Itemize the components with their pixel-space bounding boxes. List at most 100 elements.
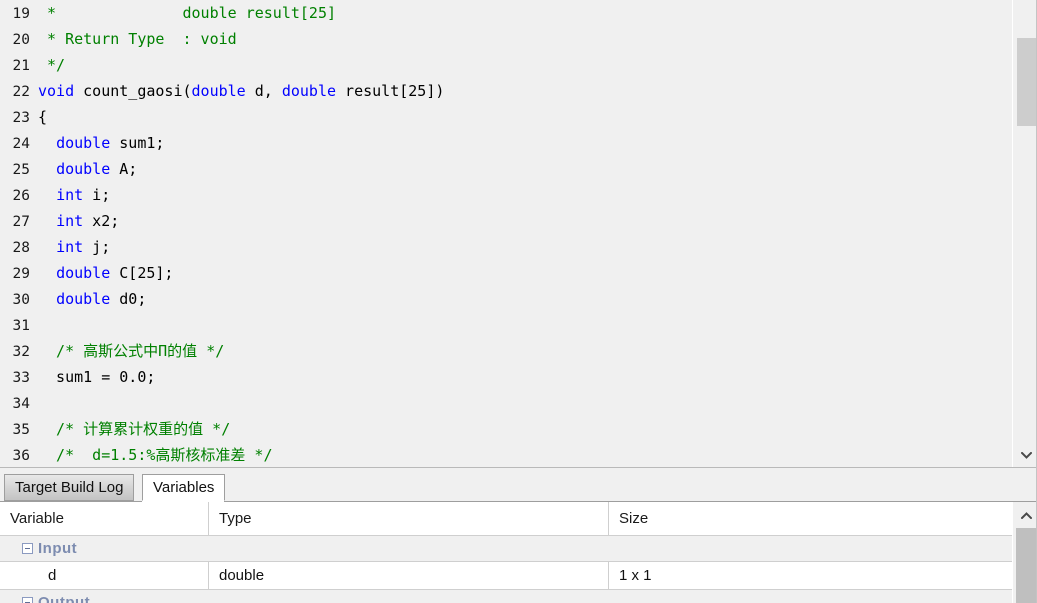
code-token-comment: */: [38, 56, 66, 74]
line-number: 22: [12, 84, 30, 100]
code-token-keyword: void: [38, 82, 75, 100]
variables-group-label: Output: [38, 594, 91, 603]
code-token-plain: count_gaosi(: [74, 82, 192, 100]
code-editor-text-area[interactable]: 19 * double result[25] 20 * Return Type :…: [0, 0, 1012, 467]
line-number: 28: [12, 240, 30, 256]
variables-group-row[interactable]: Output: [0, 590, 1012, 603]
code-token-plain: sum1;: [110, 134, 165, 152]
code-line[interactable]: 32 /* 高斯公式中Π的值 */: [0, 338, 1012, 364]
bottom-panel-tabbar: Target Build Log Variables: [0, 474, 1037, 502]
code-line[interactable]: 34: [0, 390, 1012, 416]
line-number: 25: [12, 162, 30, 178]
code-line[interactable]: 23 {: [0, 104, 1012, 130]
code-token-plain: C[25];: [110, 264, 174, 282]
code-line[interactable]: 27 int x2;: [0, 208, 1012, 234]
chevron-down-icon: [1021, 451, 1032, 459]
column-header-type[interactable]: Type: [208, 502, 608, 535]
line-number: 34: [12, 396, 30, 412]
code-line[interactable]: 35 /* 计算累计权重的值 */: [0, 416, 1012, 442]
code-token-comment: /* 计算累计权重的值 */: [38, 420, 231, 438]
code-line[interactable]: 21 */: [0, 52, 1012, 78]
variables-table: Variable Type Size Input d double 1 x 1 Outp…: [0, 502, 1012, 603]
line-number: 31: [12, 318, 30, 334]
tab-target-build-log[interactable]: Target Build Log: [4, 474, 135, 501]
code-token-keyword: double: [191, 82, 246, 100]
line-number: 20: [12, 32, 30, 48]
variable-type-cell[interactable]: double: [208, 562, 608, 589]
tab-target-build-log-label: Target Build Log: [15, 479, 124, 496]
variables-scrollbar-thumb[interactable]: [1016, 528, 1036, 603]
code-line[interactable]: 28 int j;: [0, 234, 1012, 260]
code-token-comment: * double result[25]: [38, 4, 337, 22]
line-number: 23: [12, 110, 30, 126]
editor-vertical-scrollbar[interactable]: [1012, 0, 1036, 467]
code-token-keyword: double: [56, 160, 111, 178]
variables-group-label: Input: [38, 540, 78, 557]
code-token-keyword: int: [56, 186, 84, 204]
tab-variables[interactable]: Variables: [142, 474, 226, 501]
variable-name-cell[interactable]: d: [0, 562, 208, 589]
code-line[interactable]: 29 double C[25];: [0, 260, 1012, 286]
variables-panel: Variable Type Size Input d double 1 x 1 Outp…: [0, 502, 1037, 603]
code-token-plain: d0;: [110, 290, 147, 308]
code-token-plain: x2;: [83, 212, 120, 230]
code-line[interactable]: 33 sum1 = 0.0;: [0, 364, 1012, 390]
column-header-variable[interactable]: Variable: [0, 502, 208, 535]
code-line[interactable]: 22 void count_gaosi(double d, double resu…: [0, 78, 1012, 104]
editor-scrollbar-thumb[interactable]: [1017, 38, 1036, 126]
code-token-plain: j;: [83, 238, 111, 256]
variables-table-header: Variable Type Size: [0, 502, 1012, 536]
code-editor[interactable]: 19 * double result[25] 20 * Return Type :…: [0, 0, 1037, 467]
code-line[interactable]: 19 * double result[25]: [0, 0, 1012, 26]
column-header-size[interactable]: Size: [608, 502, 1012, 535]
code-token-keyword: double: [56, 134, 111, 152]
code-line[interactable]: 31: [0, 312, 1012, 338]
code-token-keyword: double: [56, 264, 111, 282]
line-number: 26: [12, 188, 30, 204]
code-line[interactable]: 26 int i;: [0, 182, 1012, 208]
code-line[interactable]: 25 double A;: [0, 156, 1012, 182]
code-token-keyword: double: [281, 82, 337, 100]
variables-group-row[interactable]: Input: [0, 536, 1012, 562]
code-line[interactable]: 30 double d0;: [0, 286, 1012, 312]
line-number: 36: [12, 448, 30, 464]
bottom-dock-panel: Target Build Log Variables Variable Type…: [0, 467, 1037, 603]
tab-variables-label: Variables: [153, 479, 215, 496]
table-row[interactable]: d double 1 x 1: [0, 562, 1012, 590]
code-token-plain: d,: [245, 82, 282, 100]
code-token-comment: /* 高斯公式中Π的值 */: [38, 342, 225, 360]
code-token-plain: {: [38, 108, 48, 126]
chevron-up-icon: [1020, 511, 1032, 519]
code-token-keyword: int: [56, 238, 84, 256]
variables-scroll-up-button[interactable]: [1016, 504, 1036, 526]
code-line[interactable]: 20 * Return Type : void: [0, 26, 1012, 52]
code-token-plain: result[25]): [336, 82, 445, 100]
application-window: 19 * double result[25] 20 * Return Type :…: [0, 0, 1037, 603]
variable-size-cell[interactable]: 1 x 1: [608, 562, 1012, 589]
line-number: 32: [12, 344, 30, 360]
code-line[interactable]: 24 double sum1;: [0, 130, 1012, 156]
line-number: 27: [12, 214, 30, 230]
editor-scroll-down-button[interactable]: [1017, 445, 1036, 465]
variables-table-body: Input d double 1 x 1 Output: [0, 536, 1012, 603]
line-number: 24: [12, 136, 30, 152]
code-token-plain: sum1 = 0.0;: [38, 368, 156, 386]
line-number: 21: [12, 58, 30, 74]
line-number: 33: [12, 370, 30, 386]
line-number: 29: [12, 266, 30, 282]
variables-scrollbar-border: [1012, 502, 1013, 603]
code-token-plain: i;: [83, 186, 111, 204]
variables-vertical-scrollbar[interactable]: [1012, 502, 1037, 603]
code-token-keyword: double: [56, 290, 111, 308]
code-line[interactable]: 36 /* d=1.5:%高斯核标准差 */: [0, 442, 1012, 467]
line-number: 19: [12, 6, 30, 22]
code-token-comment: * Return Type : void: [38, 30, 237, 48]
code-token-keyword: int: [56, 212, 84, 230]
